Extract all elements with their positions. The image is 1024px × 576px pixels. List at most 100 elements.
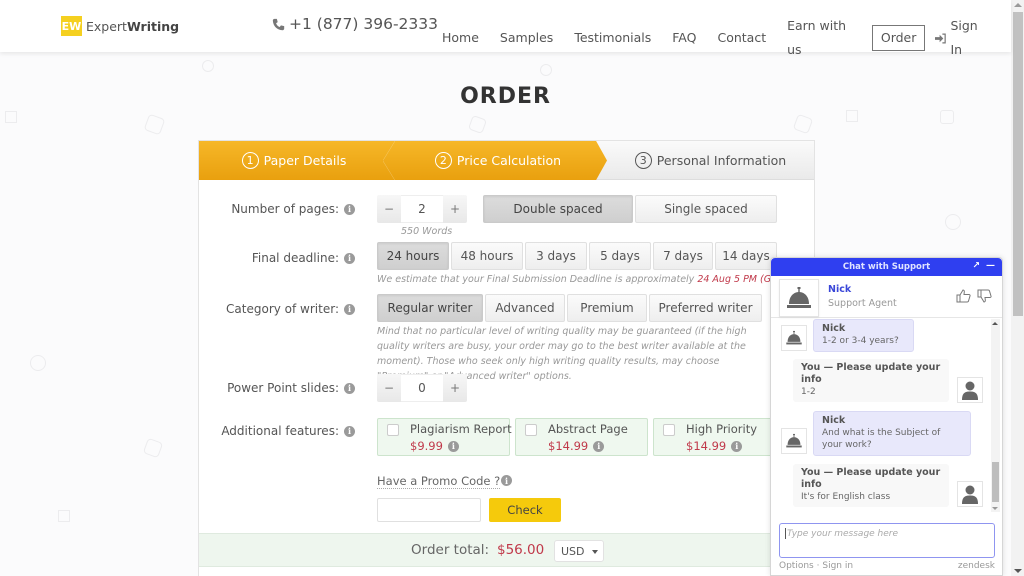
- feature-price: $9.99 i: [410, 439, 459, 453]
- deadline-option-24-hours[interactable]: 24 hours: [377, 242, 449, 270]
- step-price-calculation[interactable]: 2 Price Calculation: [389, 141, 607, 180]
- nav-home[interactable]: Home: [442, 26, 479, 50]
- chat-header[interactable]: Chat with Support ↗ —: [771, 258, 1002, 276]
- feature-checkbox[interactable]: [387, 424, 399, 436]
- message-author: Nick: [822, 415, 846, 426]
- feature-checkbox[interactable]: [663, 424, 675, 436]
- step-number: 1: [241, 152, 259, 169]
- nav-testimonials[interactable]: Testimonials: [574, 26, 651, 50]
- zendesk-brand-link[interactable]: zendesk: [958, 561, 995, 571]
- slides-decrement-button[interactable]: −: [377, 374, 401, 402]
- decor-circle: [30, 355, 46, 371]
- user-avatar: [957, 377, 983, 403]
- pages-increment-button[interactable]: +: [443, 195, 467, 223]
- minimize-icon[interactable]: —: [986, 261, 995, 271]
- chevron-down-icon: [592, 550, 598, 554]
- deadline-option-3-days[interactable]: 3 days: [525, 242, 587, 270]
- chat-sign-in-link[interactable]: Sign in: [822, 561, 853, 571]
- decor-square: [58, 510, 70, 522]
- writer-option-premium[interactable]: Premium: [567, 294, 647, 322]
- writer-option-preferred[interactable]: Preferred writer: [649, 294, 762, 322]
- info-icon[interactable]: i: [501, 475, 512, 486]
- thumbs-down-icon[interactable]: [977, 289, 992, 303]
- pages-label: Number of pages: i: [231, 202, 355, 216]
- spacing-selector: Double spaced Single spaced: [483, 195, 777, 223]
- spacing-single-option[interactable]: Single spaced: [635, 195, 777, 223]
- info-icon[interactable]: i: [731, 440, 743, 452]
- user-silhouette-icon: [962, 485, 978, 504]
- message-author: Nick: [822, 323, 846, 334]
- pages-input[interactable]: 2: [401, 195, 443, 223]
- chat-message-agent: Nick 1-2 or 3-4 years?: [813, 319, 914, 352]
- feature-plagiarism-report[interactable]: Plagiarism Report $9.99 i: [377, 418, 512, 456]
- nav-earn-with-us[interactable]: Earn with us: [787, 14, 859, 62]
- step-label: Personal Information: [656, 153, 787, 168]
- decor-pentagon: [143, 113, 166, 136]
- check-promo-button[interactable]: Check: [489, 498, 561, 522]
- slides-input[interactable]: 0: [401, 374, 443, 402]
- nav-samples[interactable]: Samples: [500, 26, 553, 50]
- step-label: Price Calculation: [456, 153, 562, 168]
- chat-scrollbar-thumb[interactable]: [992, 462, 999, 502]
- feature-abstract-page[interactable]: Abstract Page $14.99 i: [515, 418, 648, 456]
- agent-name: Nick: [828, 284, 852, 295]
- order-total-value: $56.00: [497, 542, 545, 558]
- order-form: 1 Paper Details 2 Price Calculation 3 Pe…: [198, 140, 815, 576]
- nav-sign-in[interactable]: Sign In: [935, 14, 990, 62]
- thumbs-up-icon[interactable]: [956, 289, 971, 303]
- chat-agent-info: Nick Support Agent: [771, 276, 1002, 318]
- info-icon[interactable]: i: [344, 252, 355, 264]
- info-icon[interactable]: i: [447, 440, 459, 452]
- scrollbar-thumb[interactable]: [1013, 12, 1023, 316]
- step-personal-information[interactable]: 3 Personal Information: [607, 141, 814, 180]
- deadline-option-5-days[interactable]: 5 days: [589, 242, 651, 270]
- pages-decrement-button[interactable]: −: [377, 195, 401, 223]
- info-icon[interactable]: i: [344, 303, 355, 315]
- sign-in-label: Sign In: [950, 18, 978, 57]
- chat-message-input[interactable]: Type your message here: [779, 523, 995, 558]
- deadline-option-7-days[interactable]: 7 days: [653, 242, 713, 270]
- popout-icon[interactable]: ↗: [972, 261, 980, 271]
- chat-footer: Options · Sign in zendesk: [779, 561, 995, 571]
- user-silhouette-icon: [962, 381, 978, 400]
- text-cursor: [785, 528, 786, 539]
- nav-faq[interactable]: FAQ: [672, 26, 696, 50]
- service-bell-icon: [786, 330, 802, 345]
- nav-contact[interactable]: Contact: [717, 26, 766, 50]
- decor-spiral: [945, 214, 961, 230]
- info-icon[interactable]: i: [344, 425, 355, 437]
- chat-scrollbar[interactable]: [991, 319, 1000, 512]
- info-icon[interactable]: i: [593, 440, 605, 452]
- scroll-up-arrow[interactable]: [1014, 3, 1022, 7]
- promo-code-toggle[interactable]: Have a Promo Code ?: [377, 474, 501, 489]
- decor-circle: [202, 60, 214, 72]
- scroll-down-arrow[interactable]: [1014, 569, 1022, 573]
- feature-high-priority[interactable]: High Priority $14.99 i: [653, 418, 779, 456]
- chat-scroll-up-arrow[interactable]: [992, 322, 998, 325]
- slides-increment-button[interactable]: +: [443, 374, 467, 402]
- deadline-option-14-days[interactable]: 14 days: [715, 242, 777, 270]
- order-total-label: Order total:: [411, 542, 490, 558]
- promo-code-input[interactable]: [377, 498, 481, 522]
- chat-options-link[interactable]: Options: [779, 561, 814, 571]
- rating-buttons: [956, 289, 992, 303]
- currency-select[interactable]: USD: [554, 540, 604, 562]
- spacing-double-option[interactable]: Double spaced: [483, 195, 633, 223]
- nav-order-button[interactable]: Order: [871, 25, 926, 51]
- chat-scroll-down-arrow[interactable]: [992, 507, 998, 510]
- page-scrollbar[interactable]: [1011, 0, 1024, 576]
- writer-option-advanced[interactable]: Advanced: [485, 294, 565, 322]
- feature-name: Abstract Page: [548, 422, 628, 436]
- step-paper-details[interactable]: 1 Paper Details: [199, 141, 395, 180]
- pages-stepper: − 2 +: [377, 195, 467, 223]
- site-logo[interactable]: EW ExpertWriting: [61, 16, 179, 36]
- phone-link[interactable]: +1 (877) 396-2333: [272, 15, 438, 33]
- logo-badge: EW: [61, 16, 82, 36]
- feature-name: High Priority: [686, 422, 758, 436]
- deadline-option-48-hours[interactable]: 48 hours: [451, 242, 523, 270]
- info-icon[interactable]: i: [344, 382, 355, 394]
- writer-option-regular[interactable]: Regular writer: [377, 294, 483, 322]
- feature-checkbox[interactable]: [525, 424, 537, 436]
- deadline-estimate: We estimate that your Final Submission D…: [377, 274, 806, 285]
- info-icon[interactable]: i: [344, 203, 355, 215]
